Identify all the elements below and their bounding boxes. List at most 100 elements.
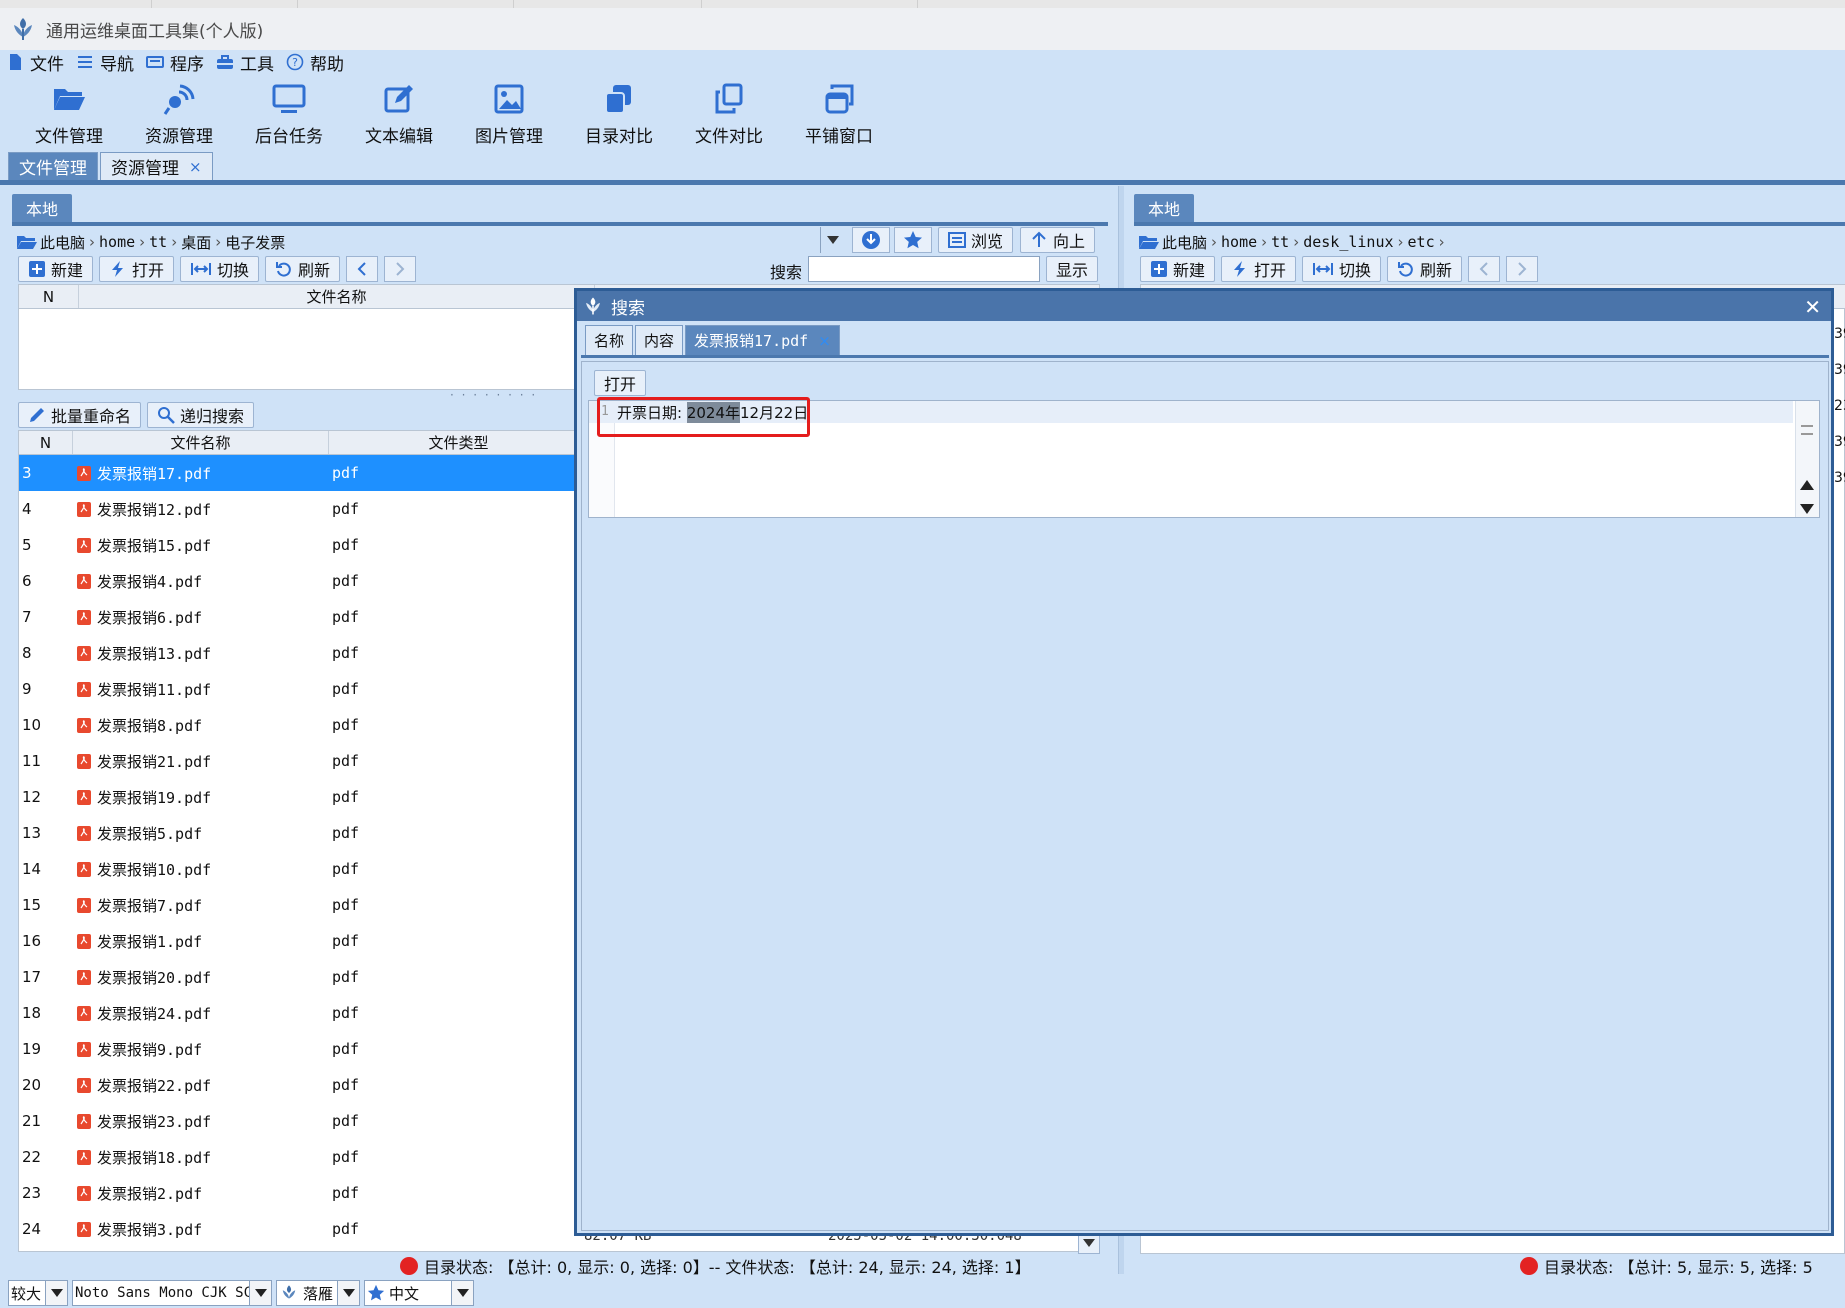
tab-content-search[interactable]: 内容	[635, 325, 684, 355]
switch-label: 切换	[217, 261, 250, 280]
breadcrumb-dropdown[interactable]	[820, 227, 844, 253]
cell-n: 11	[22, 752, 42, 770]
tab-result-file[interactable]: 发票报销17.pdf ×	[685, 325, 840, 355]
right-crumb-tt[interactable]: tt	[1271, 233, 1289, 251]
right-crumb-desk-linux[interactable]: desk_linux	[1303, 233, 1393, 251]
col-n[interactable]: N	[19, 431, 73, 454]
pdf-file-icon	[77, 609, 91, 625]
dir-col-n[interactable]: N	[19, 285, 79, 308]
dir-col-name[interactable]: 文件名称	[79, 285, 595, 308]
search-input[interactable]	[808, 256, 1040, 282]
bottom-bar: 较大 Noto Sans Mono CJK SC 落雁 中文	[8, 1280, 474, 1306]
pdf-file-icon	[77, 969, 91, 985]
cell-type: pdf	[332, 932, 360, 950]
cell-filename: 发票报销22.pdf	[97, 1076, 212, 1095]
up-button[interactable]: 向上	[1020, 227, 1096, 253]
show-button[interactable]: 显示	[1046, 256, 1099, 282]
cell-name: 发票报销22.pdf	[73, 1075, 329, 1096]
right-refresh-button[interactable]: 刷新	[1387, 256, 1463, 282]
tab-resource-manager[interactable]: 资源管理 ×	[100, 152, 213, 180]
font-select[interactable]: Noto Sans Mono CJK SC	[72, 1280, 272, 1306]
editor-scrollbar[interactable]	[1795, 401, 1819, 517]
tool-background-tasks[interactable]: 后台任务	[234, 76, 344, 148]
cell-filename: 发票报销24.pdf	[97, 1004, 212, 1023]
right-back-button[interactable]	[1468, 256, 1501, 282]
dialog-open-button[interactable]: 打开	[594, 370, 647, 396]
col-name[interactable]: 文件名称	[73, 431, 329, 454]
crumb-home[interactable]: home	[99, 233, 135, 251]
browse-button[interactable]: 浏览	[938, 227, 1014, 253]
theme-select[interactable]: 落雁	[276, 1280, 360, 1306]
scroll-up-icon[interactable]	[1800, 475, 1814, 494]
folder-icon	[1139, 236, 1159, 249]
pdf-file-icon	[77, 501, 91, 517]
search-dialog-titlebar[interactable]: 搜索	[577, 291, 1831, 321]
left-panel-tab[interactable]: 本地	[12, 194, 73, 222]
list-icon	[78, 56, 92, 68]
tool-text-editor[interactable]: 文本编辑	[344, 76, 454, 148]
crumb-this-pc[interactable]: 此电脑	[40, 232, 85, 253]
star-icon	[367, 1284, 385, 1301]
right-crumb-etc[interactable]: etc	[1408, 233, 1435, 251]
right-crumb-this-pc[interactable]: 此电脑	[1162, 232, 1207, 253]
splitter-handle[interactable]: · · · · · · · ·	[450, 388, 537, 402]
recursive-search-button[interactable]: 递归搜索	[147, 402, 255, 428]
right-switch-button[interactable]: 切换	[1302, 256, 1382, 282]
refresh-button[interactable]: 刷新	[265, 256, 341, 282]
main-toolbar: 文件管理 资源管理 后台任务 文本编辑 图片管理 目录对比 文件对比 平铺窗口	[0, 76, 1845, 148]
cell-name: 发票报销10.pdf	[73, 859, 329, 880]
pdf-file-icon	[77, 1113, 91, 1129]
cell-n: 7	[22, 608, 32, 626]
close-icon[interactable]: ✕	[1804, 295, 1821, 319]
dialog-tab-line	[581, 355, 1829, 358]
back-button[interactable]	[346, 256, 379, 282]
tool-dir-compare[interactable]: 目录对比	[564, 76, 674, 148]
switch-button[interactable]: 切换	[180, 256, 260, 282]
right-new-button[interactable]: 新建	[1140, 256, 1216, 282]
download-button[interactable]	[852, 227, 890, 253]
forward-button[interactable]	[384, 256, 417, 282]
col-type[interactable]: 文件类型	[329, 431, 589, 454]
crumb-sep: ›	[1211, 233, 1218, 251]
right-crumb-home[interactable]: home	[1221, 233, 1257, 251]
file-icon	[10, 54, 21, 70]
cell-n: 19	[22, 1040, 42, 1058]
menu-program[interactable]: 程序	[146, 50, 212, 75]
tab-name-search[interactable]: 名称	[585, 325, 634, 355]
new-button[interactable]: 新建	[18, 256, 94, 282]
tab-file-manager[interactable]: 文件管理	[8, 152, 98, 180]
satellite-icon	[163, 84, 195, 115]
tool-image-manager[interactable]: 图片管理	[454, 76, 564, 148]
show-label: 显示	[1056, 261, 1089, 280]
help-icon: ?	[286, 53, 304, 71]
favorite-button[interactable]	[894, 227, 932, 253]
batch-rename-button[interactable]: 批量重命名	[18, 402, 142, 428]
crumb-desktop[interactable]: 桌面	[181, 232, 211, 253]
crumb-tt[interactable]: tt	[149, 233, 167, 251]
open-button[interactable]: 打开	[99, 256, 175, 282]
menu-tools[interactable]: 工具	[216, 50, 282, 75]
menu-nav[interactable]: 导航	[76, 50, 142, 75]
tool-tile-windows[interactable]: 平铺窗口	[784, 76, 894, 148]
left-panel-tab-wrap: 本地	[12, 194, 73, 222]
right-open-button[interactable]: 打开	[1221, 256, 1297, 282]
tool-file-compare[interactable]: 文件对比	[674, 76, 784, 148]
tool-resource-manager[interactable]: 资源管理	[124, 76, 234, 148]
menu-file[interactable]: 文件	[6, 50, 72, 75]
menu-help[interactable]: ? 帮助	[286, 50, 352, 75]
tab-close-icon[interactable]: ×	[818, 332, 831, 350]
scroll-down-icon[interactable]	[1800, 499, 1814, 518]
tab-close-icon[interactable]: ×	[189, 158, 202, 176]
right-forward-button[interactable]	[1506, 256, 1539, 282]
crumb-e-invoice[interactable]: 电子发票	[225, 232, 285, 253]
cell-filename: 发票报销12.pdf	[97, 500, 212, 519]
size-select[interactable]: 较大	[8, 1280, 68, 1306]
svg-text:?: ?	[292, 56, 298, 69]
clone-icon	[715, 83, 743, 114]
language-select[interactable]: 中文	[364, 1280, 474, 1306]
content-viewer[interactable]: 1 开票日期: 2024年 12月22日	[588, 397, 1820, 518]
pdf-file-icon	[77, 789, 91, 805]
right-panel-tab[interactable]: 本地	[1134, 194, 1195, 222]
tool-file-manager[interactable]: 文件管理	[14, 76, 124, 148]
new-label: 新建	[51, 261, 84, 280]
